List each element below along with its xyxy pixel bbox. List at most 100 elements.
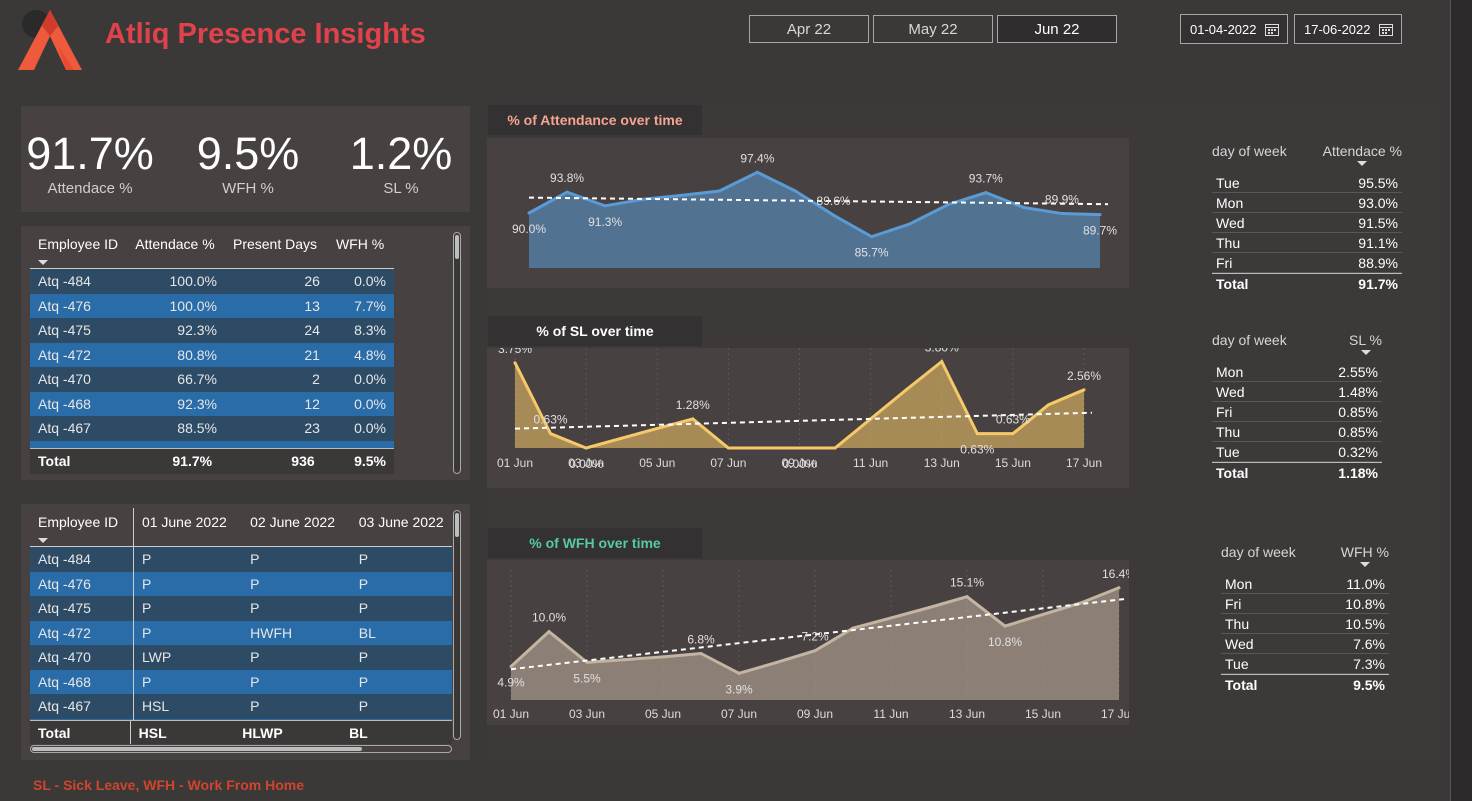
table-cell: P (358, 649, 369, 666)
column-header-label: 02 June 2022 (250, 514, 335, 530)
employee-summary-total: Total 91.7% 936 9.5% (30, 448, 394, 474)
table-row[interactable]: Atq -468 92.3% 12 0.0% (30, 391, 394, 416)
dow-total-label: Total (1225, 677, 1258, 693)
column-header[interactable]: 01 June 2022 (132, 508, 243, 547)
sort-desc-icon (1359, 562, 1370, 567)
sl-chart: 3.75%0.63%0.00%1.28%0.00%3.80%0.63%0.63%… (497, 341, 1102, 471)
column-header[interactable]: Employee ID (30, 230, 127, 269)
table-row[interactable]: Atq -470 LWP P P (30, 645, 452, 670)
dow-row[interactable]: Tue 95.5% (1212, 173, 1402, 193)
dow-row[interactable]: Wed 91.5% (1212, 213, 1402, 233)
column-header[interactable]: SL % (1349, 332, 1382, 355)
column-header-label: Attendace % (135, 236, 215, 252)
table-row[interactable]: Atq -472 80.8% 21 4.8% (30, 342, 394, 367)
data-point (832, 213, 836, 217)
dow-total-row: Total 1.18% (1212, 462, 1382, 483)
data-point (1082, 388, 1086, 392)
table-cell: P (358, 575, 369, 592)
data-point (813, 649, 817, 653)
date-to-picker[interactable]: 17-06-2022 (1294, 14, 1402, 44)
column-header-label: Employee ID (38, 236, 119, 252)
column-header[interactable]: Employee ID (30, 508, 133, 547)
dow-value: 93.0% (1358, 194, 1398, 211)
column-header[interactable]: WFH % (1341, 544, 1389, 567)
column-header[interactable]: 03 June 2022 (351, 508, 452, 547)
dow-row[interactable]: Fri 88.9% (1212, 253, 1402, 273)
dow-sl-table: day of week SL % Mon 2.55% Wed 1.48% Fri 0.85% T… (1212, 332, 1382, 483)
dow-total-value: 1.18% (1338, 465, 1378, 481)
dow-row[interactable]: Mon 2.55% (1212, 362, 1382, 382)
data-point (1041, 612, 1045, 616)
dow-row[interactable]: Wed 1.48% (1212, 382, 1382, 402)
month-button[interactable]: Apr 22 (749, 15, 869, 43)
data-label: 93.7% (969, 172, 1003, 186)
table-row[interactable]: Atq -470 66.7% 2 0.0% (30, 367, 394, 392)
table-row[interactable]: Atq -475 92.3% 24 8.3% (30, 318, 394, 343)
data-label: 97.4% (740, 151, 774, 165)
month-button[interactable]: May 22 (873, 15, 993, 43)
scroll-thumb[interactable] (455, 513, 459, 537)
daily-status-scrollbar-v[interactable] (453, 510, 461, 740)
table-row[interactable]: Atq -476 100.0% 13 7.7% (30, 293, 394, 318)
dow-row[interactable]: Tue 7.3% (1221, 654, 1389, 674)
table-row[interactable]: Atq -484PPPP (30, 546, 452, 572)
column-header-label: SL % (1349, 332, 1382, 348)
data-point (603, 204, 607, 208)
dow-row[interactable]: Wed 7.6% (1221, 634, 1389, 654)
dow-row[interactable]: Fri 0.85% (1212, 402, 1382, 422)
dow-row[interactable]: Mon 93.0% (1212, 193, 1402, 213)
x-tick-label: 13 Jun (924, 456, 960, 470)
wfh-chart: 4.9% 10.0% 5.5% 6.8% 3.9% 7.2% 15.1% 10.8% 16.4%… (493, 567, 1137, 721)
column-header[interactable]: Attendace % (127, 230, 225, 269)
dow-row[interactable]: Tue 0.32% (1212, 442, 1382, 462)
scroll-thumb[interactable] (32, 747, 362, 751)
table-row[interactable]: Atq -468PPPS (30, 669, 452, 694)
column-header[interactable]: 02 June 2022 (242, 508, 351, 547)
table-cell: P (250, 575, 260, 592)
column-header[interactable]: Attendace % (1323, 143, 1402, 166)
table-cell: 24 (304, 322, 320, 339)
dow-row[interactable]: Thu 0.85% (1212, 422, 1382, 442)
month-button[interactable]: Jun 22 (997, 15, 1117, 43)
column-header[interactable]: Present Days (225, 230, 328, 269)
wfh-chart-title-text: % of WFH over time (529, 535, 661, 551)
table-row[interactable]: Atq -467HSLPPP (30, 694, 452, 719)
x-tick-label: 05 Jun (639, 456, 675, 470)
dow-row[interactable]: Thu 91.1% (1212, 233, 1402, 253)
daily-status-scrollbar-h[interactable] (30, 745, 452, 753)
column-header-label[interactable]: day of week (1212, 143, 1287, 159)
scroll-thumb[interactable] (455, 235, 459, 259)
dow-row[interactable]: Mon 11.0% (1221, 574, 1389, 594)
date-from-picker[interactable]: 01-04-2022 (1180, 14, 1288, 44)
table-row[interactable]: Atq -467 88.5% 23 0.0% (30, 416, 394, 441)
daily-status-total: TotalHSLHLWPBLB (30, 720, 452, 744)
data-point (940, 360, 944, 364)
data-point (584, 446, 588, 450)
table-row[interactable]: Atq -484 100.0% 26 0.0% (30, 268, 394, 294)
x-tick-label: 05 Jun (645, 707, 681, 721)
total-cell: Total (30, 448, 121, 474)
dow-day: Tue (1216, 174, 1240, 191)
data-label: 89.6% (817, 194, 851, 208)
column-header-label[interactable]: day of week (1212, 332, 1287, 348)
calendar-icon[interactable] (1264, 23, 1279, 36)
dow-row[interactable]: Thu 10.5% (1221, 614, 1389, 634)
x-tick-label: 03 Jun (568, 456, 604, 470)
dow-header-row: day of week Attendace % (1212, 143, 1402, 173)
table-row[interactable]: Atq -475PPPP (30, 596, 452, 621)
table-cell: 0.0% (354, 395, 386, 412)
data-point (1098, 213, 1102, 217)
table-cell: P (132, 596, 243, 621)
column-header[interactable]: WFH % (328, 230, 394, 269)
table-row[interactable]: Atq -472PHWFHBLP (30, 620, 452, 645)
column-header-label[interactable]: day of week (1221, 544, 1296, 560)
data-point (908, 222, 912, 226)
dow-row[interactable]: Fri 10.8% (1221, 594, 1389, 614)
data-label: 93.8% (550, 171, 584, 185)
data-point (889, 616, 893, 620)
table-row[interactable]: Atq -476PPPP (30, 571, 452, 596)
table-cell: Atq -476 (38, 297, 91, 314)
calendar-icon[interactable] (1378, 23, 1393, 36)
sort-desc-icon (38, 260, 48, 265)
employee-summary-scrollbar[interactable] (453, 232, 461, 474)
